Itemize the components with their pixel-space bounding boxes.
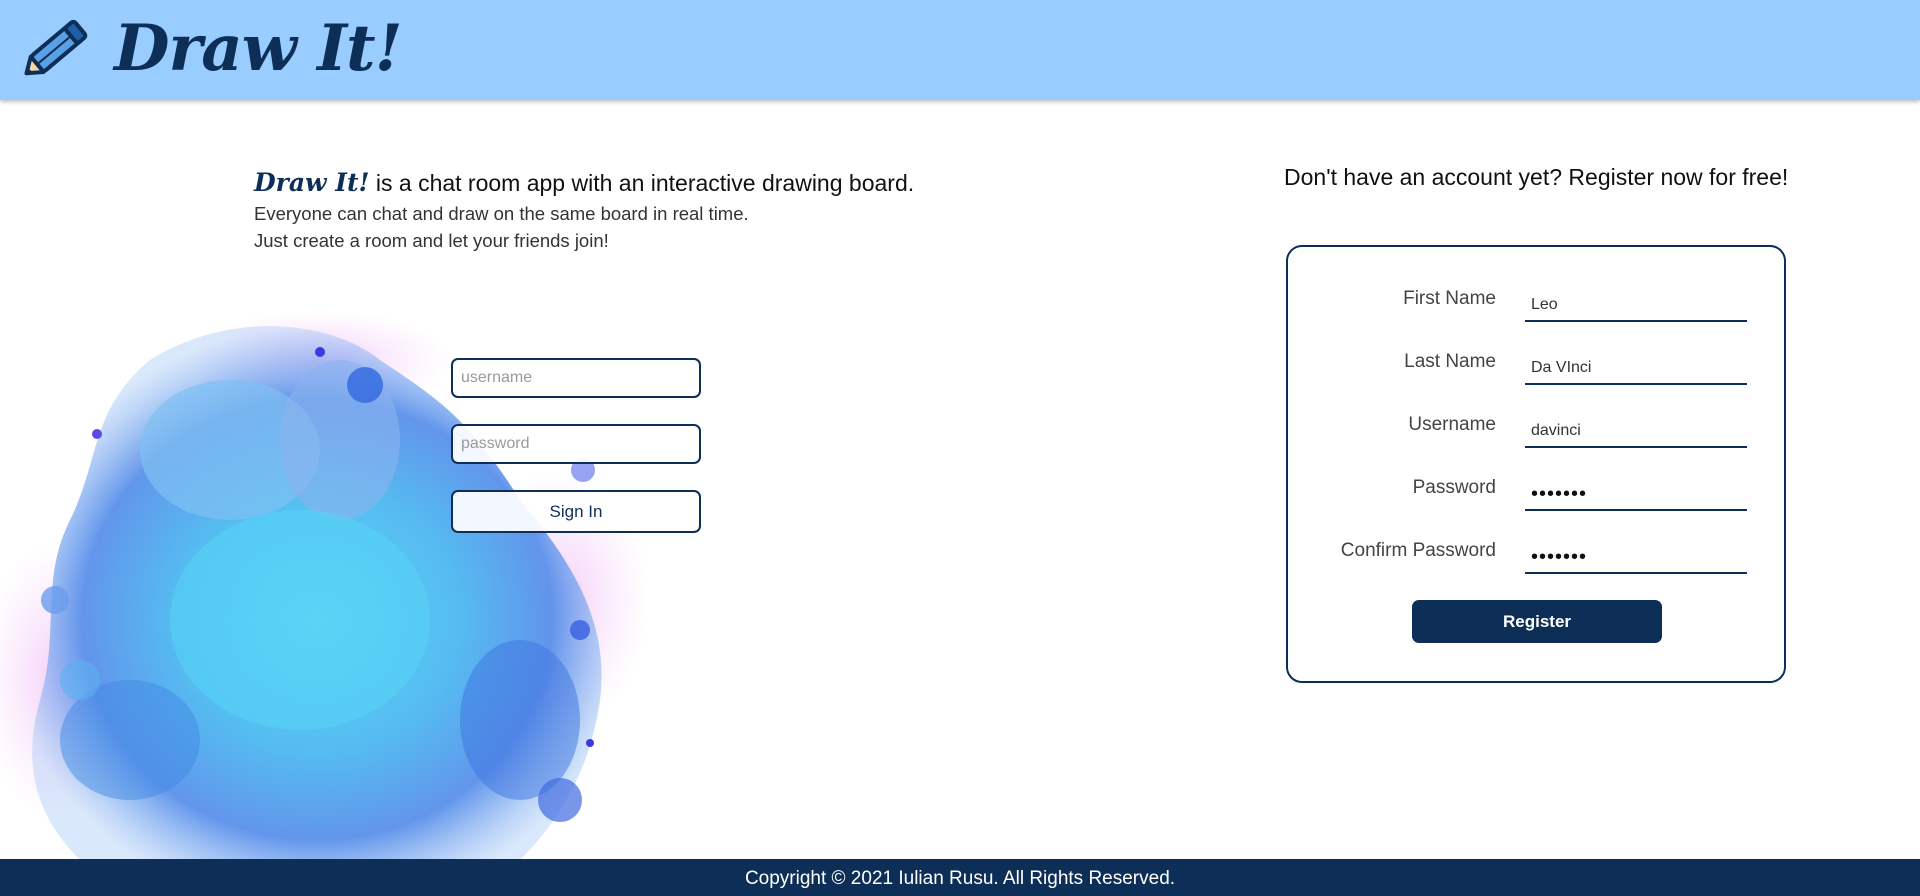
intro: Draw It! is a chat room app with an inte… [254,166,914,254]
intro-description-line1: Everyone can chat and draw on the same b… [254,203,749,224]
sign-in-button[interactable]: Sign In [451,490,701,533]
intro-heading: Draw It! is a chat room app with an inte… [254,166,914,200]
footer-copyright: Copyright © 2021 Iulian Rusu. All Rights… [744,868,1176,889]
password-label: Password [1412,477,1496,498]
intro-description-line2: Just create a room and let your friends … [254,230,609,251]
logo-text: Draw It! [114,11,403,86]
username-input[interactable] [451,358,701,398]
username-row: Username [1288,410,1788,450]
password-input[interactable] [451,424,701,464]
confirm-password-field[interactable] [1525,536,1747,574]
confirm-password-row: Confirm Password [1288,536,1788,576]
username-label: Username [1408,414,1496,435]
last-name-field[interactable] [1525,347,1747,385]
header: Draw It! [0,0,1920,100]
intro-tagline: is a chat room app with an interactive d… [369,170,915,196]
pencil-icon [24,19,88,76]
register-password-field[interactable] [1525,473,1747,511]
first-name-field[interactable] [1525,284,1747,322]
first-name-row: First Name [1288,284,1788,324]
register-form: First Name Last Name Username Password C… [1286,245,1786,683]
register-heading: Don't have an account yet? Register now … [1284,164,1789,190]
confirm-password-label: Confirm Password [1340,540,1496,561]
register-username-field[interactable] [1525,410,1747,448]
footer: Copyright © 2021 Iulian Rusu. All Rights… [0,859,1920,896]
first-name-label: First Name [1403,288,1496,309]
intro-brand: Draw It! [254,168,370,197]
last-name-row: Last Name [1288,347,1788,387]
password-row: Password [1288,473,1788,513]
signin-form: Sign In [451,358,701,533]
register-button[interactable]: Register [1412,600,1662,643]
logo[interactable]: Draw It! [18,11,403,86]
last-name-label: Last Name [1404,351,1496,372]
